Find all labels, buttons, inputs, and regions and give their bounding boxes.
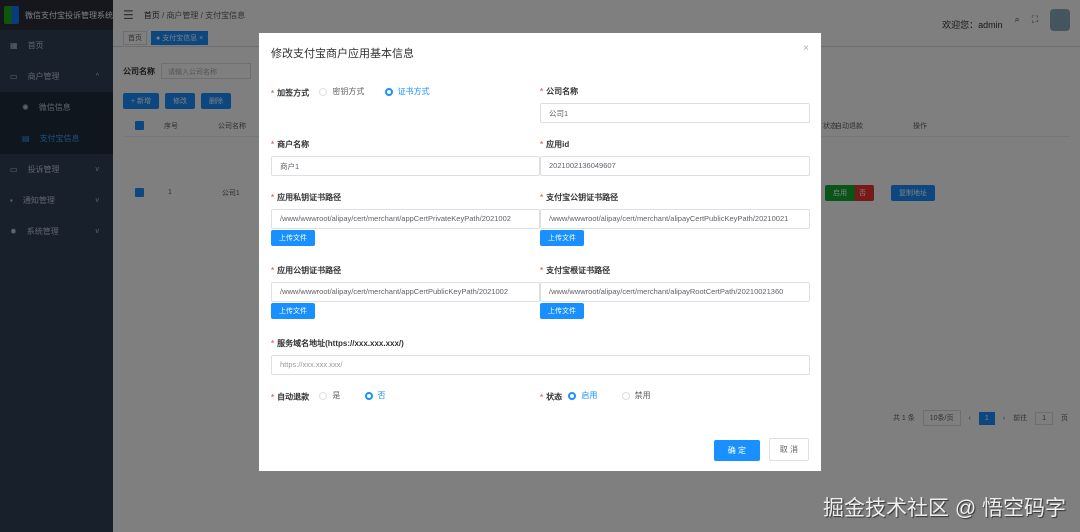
edit-alipay-dialog: 修改支付宝商户应用基本信息 × * 加签方式 密钥方式 证书方式 * 公司名称 公司… [259, 33, 821, 471]
sign-method-field: * 加签方式 密钥方式 证书方式 [271, 86, 430, 98]
alipay-public-cert-input[interactable]: /www/wwwroot/alipay/cert/merchant/alipay… [540, 209, 810, 229]
radio-cert[interactable]: 证书方式 [384, 86, 430, 97]
upload-button[interactable]: 上传文件 [271, 230, 315, 246]
auto-refund-field: * 自动退款 是 否 [271, 390, 386, 402]
label: 应用id [546, 140, 570, 149]
company-input[interactable]: 公司1 [540, 103, 810, 123]
radio-status-enabled[interactable]: 启用 [568, 390, 597, 401]
label: 是 [332, 391, 341, 400]
upload-button[interactable]: 上传文件 [540, 303, 584, 319]
app-public-cert-field: * 应用公钥证书路径 /www/wwwroot/alipay/cert/merch… [271, 265, 540, 319]
upload-button[interactable]: 上传文件 [540, 230, 584, 246]
merchant-field: * 商户名称 商户1 [271, 139, 540, 176]
radio-refund-yes[interactable]: 是 [319, 390, 340, 401]
radio-status-disabled[interactable]: 禁用 [621, 390, 651, 401]
label: 支付宝根证书路径 [546, 266, 611, 275]
label: 支付宝公钥证书路径 [546, 193, 619, 202]
appid-input[interactable]: 2021002136049607 [540, 156, 810, 176]
merchant-input[interactable]: 商户1 [271, 156, 540, 176]
app-private-cert-input[interactable]: /www/wwwroot/alipay/cert/merchant/appCer… [271, 209, 540, 229]
label: 证书方式 [397, 87, 430, 96]
label: 加签方式 [277, 88, 310, 98]
watermark: 掘金技术社区 @ 悟空码字 [823, 497, 1066, 520]
app-public-cert-input[interactable]: /www/wwwroot/alipay/cert/merchant/appCer… [271, 282, 540, 302]
confirm-button[interactable]: 确 定 [713, 440, 760, 461]
alipay-root-cert-field: * 支付宝根证书路径 /www/wwwroot/alipay/cert/merch… [540, 265, 810, 319]
dialog-title: 修改支付宝商户应用基本信息 [271, 48, 414, 60]
appid-field: * 应用id 2021002136049607 [540, 139, 810, 176]
app-private-cert-field: * 应用私钥证书路径 /www/wwwroot/alipay/cert/merch… [271, 192, 540, 246]
label: 状态 [546, 392, 563, 402]
label: 密钥方式 [332, 87, 365, 96]
label: 自动退款 [277, 392, 310, 402]
domain-input[interactable]: https://xxx.xxx.xxx/ [271, 355, 810, 375]
company-field: * 公司名称 公司1 [540, 86, 810, 123]
domain-field: * 服务域名地址(https://xxx.xxx.xxx/) https://xx… [271, 338, 810, 375]
close-icon[interactable]: × [803, 43, 809, 54]
label: 否 [377, 391, 386, 400]
alipay-public-cert-field: * 支付宝公钥证书路径 /www/wwwroot/alipay/cert/merc… [540, 192, 810, 246]
alipay-root-cert-input[interactable]: /www/wwwroot/alipay/cert/merchant/alipay… [540, 282, 810, 302]
status-field: * 状态 启用 禁用 [540, 390, 651, 402]
label: 禁用 [634, 391, 651, 400]
label: 公司名称 [546, 87, 579, 96]
label: 服务域名地址(https://xxx.xxx.xxx/) [277, 339, 404, 348]
radio-refund-no[interactable]: 否 [364, 390, 386, 401]
cancel-button[interactable]: 取 消 [768, 438, 809, 461]
label: 商户名称 [277, 140, 310, 149]
radio-key[interactable]: 密钥方式 [319, 86, 364, 97]
label: 应用私钥证书路径 [277, 193, 342, 202]
label: 应用公钥证书路径 [277, 266, 342, 275]
upload-button[interactable]: 上传文件 [271, 303, 315, 319]
label: 启用 [581, 391, 598, 400]
